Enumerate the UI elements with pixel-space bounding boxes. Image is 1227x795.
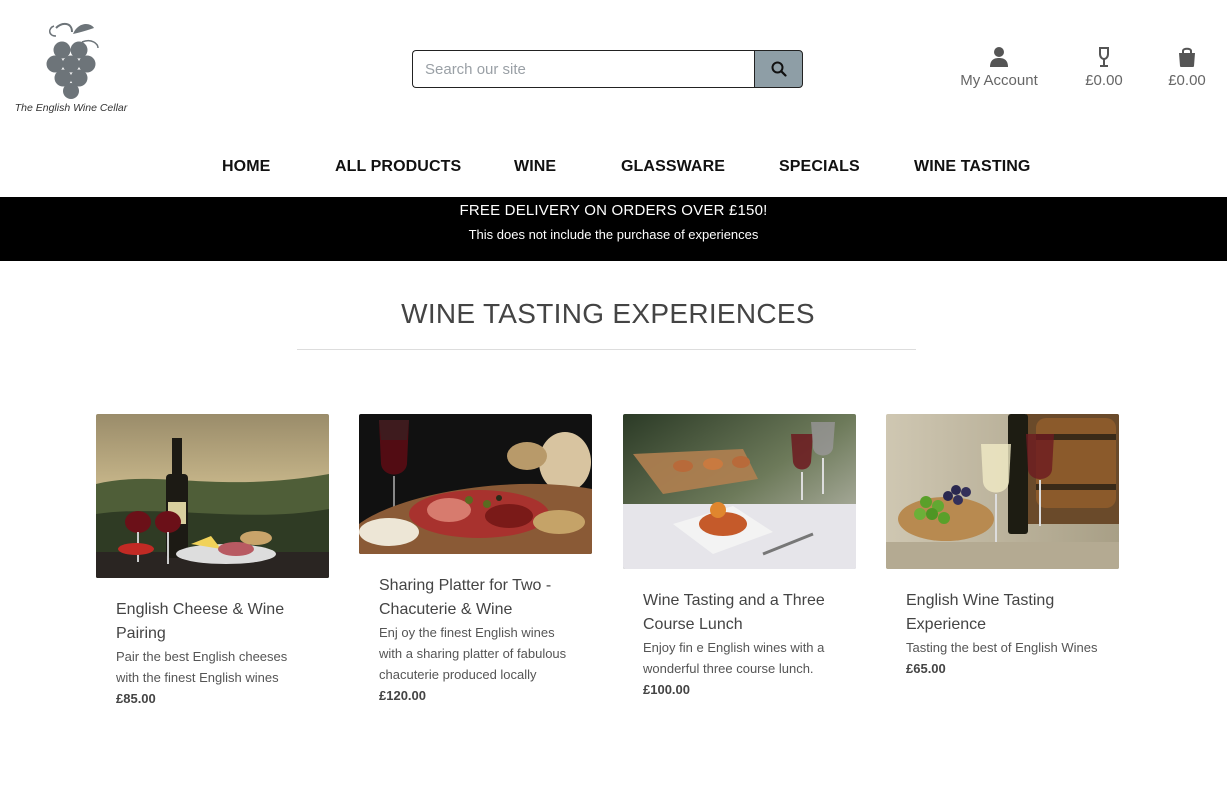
product-description: Enj oy the finest English wines with a s… (379, 625, 567, 682)
delivery-banner: FREE DELIVERY ON ORDERS OVER £150! This … (0, 197, 1227, 261)
nav-wine[interactable]: WINE (514, 158, 556, 176)
nav-home[interactable]: HOME (222, 158, 270, 176)
user-icon (990, 47, 1008, 67)
title-divider (297, 349, 916, 350)
product-description: Enjoy fin e English wines with a wonderf… (643, 640, 825, 676)
product-card[interactable]: Sharing Platter for Two - Chacuterie & W… (359, 414, 593, 706)
search-button[interactable] (754, 50, 803, 88)
product-title[interactable]: English Cheese & Wine Pairing (116, 598, 310, 646)
grapes-logo-icon (46, 22, 99, 99)
logo-text: The English Wine Cellar (14, 102, 128, 114)
nav-glassware[interactable]: GLASSWARE (621, 158, 725, 176)
wine-glass-icon (1099, 47, 1109, 67)
wishlist-total: £0.00 (1085, 72, 1123, 89)
product-image[interactable] (359, 414, 592, 554)
nav-specials[interactable]: SPECIALS (779, 158, 860, 176)
wishlist-total-link[interactable]: £0.00 (1083, 46, 1125, 89)
product-title[interactable]: English Wine Tasting Experience (906, 589, 1100, 637)
search-input[interactable] (412, 50, 754, 88)
nav-all-products[interactable]: ALL PRODUCTS (335, 158, 461, 176)
search-icon (771, 61, 787, 77)
bag-total-link[interactable]: £0.00 (1166, 46, 1208, 89)
product-image[interactable] (96, 414, 329, 578)
page-title: WINE TASTING EXPERIENCES (401, 298, 815, 329)
product-card[interactable]: Wine Tasting and a Three Course Lunch En… (623, 414, 857, 700)
product-title[interactable]: Sharing Platter for Two - Chacuterie & W… (379, 574, 573, 622)
banner-headline: FREE DELIVERY ON ORDERS OVER £150! (459, 202, 768, 219)
product-image[interactable] (886, 414, 1119, 569)
banner-subtext: This does not include the purchase of ex… (468, 227, 759, 242)
main-nav: HOME ALL PRODUCTS WINE GLASSWARE SPECIAL… (0, 158, 1227, 182)
my-account-label: My Account (960, 72, 1038, 89)
product-price: £100.00 (643, 682, 690, 697)
nav-wine-tasting[interactable]: WINE TASTING (914, 158, 1030, 176)
my-account-link[interactable]: My Account (956, 46, 1042, 89)
product-price: £85.00 (116, 691, 156, 706)
product-card[interactable]: English Cheese & Wine Pairing Pair the b… (96, 414, 330, 709)
product-price: £120.00 (379, 688, 426, 703)
product-image[interactable] (623, 414, 856, 569)
bag-total: £0.00 (1168, 72, 1206, 89)
product-title[interactable]: Wine Tasting and a Three Course Lunch (643, 589, 837, 637)
product-card[interactable]: English Wine Tasting Experience Tasting … (886, 414, 1120, 679)
product-description: Tasting the best of English Wines (906, 640, 1098, 655)
site-logo[interactable]: The English Wine Cellar (14, 20, 128, 120)
shopping-bag-icon (1179, 47, 1195, 67)
search-form (412, 50, 803, 88)
product-description: Pair the best English cheeses with the f… (116, 649, 288, 685)
product-price: £65.00 (906, 661, 946, 676)
